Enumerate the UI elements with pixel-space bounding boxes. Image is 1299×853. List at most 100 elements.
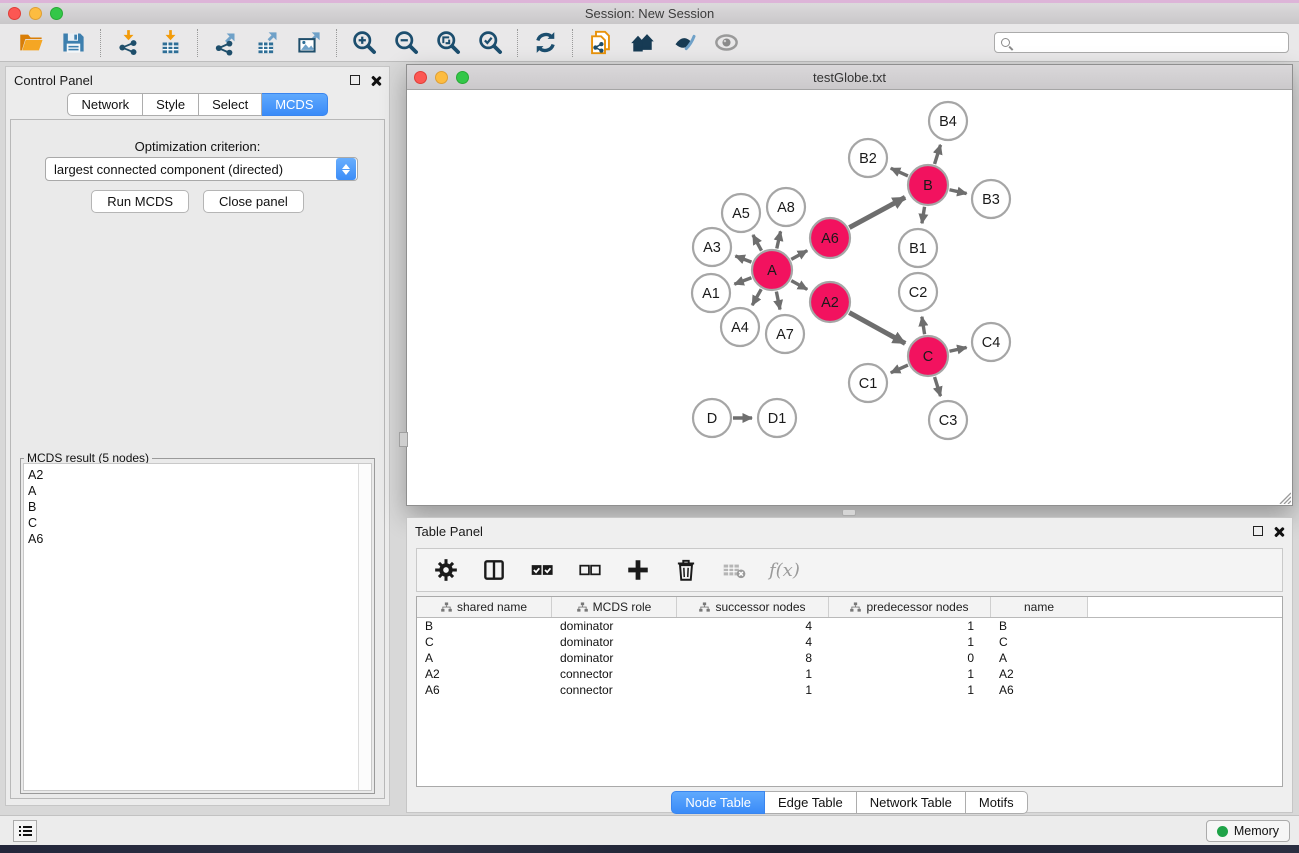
table-options-gear-icon[interactable] [433, 557, 459, 583]
graph-node-B1[interactable]: B1 [899, 229, 937, 267]
graph-edge-A-A4[interactable] [752, 289, 761, 305]
show-hide-panels-icon[interactable] [705, 27, 747, 59]
vizmapper-icon[interactable] [663, 27, 705, 59]
close-panel-button[interactable]: Close panel [203, 190, 304, 213]
scrollbar-track[interactable] [358, 464, 371, 790]
column-header-name[interactable]: name [991, 597, 1088, 617]
close-panel-icon[interactable] [1273, 526, 1284, 537]
zoom-in-icon[interactable] [343, 27, 385, 59]
delete-table-icon[interactable] [721, 557, 747, 583]
table-row[interactable]: Bdominator41B [417, 618, 1282, 634]
search-field[interactable] [1015, 36, 1282, 50]
float-panel-icon[interactable] [350, 75, 360, 85]
graph-edge-C-C2[interactable] [922, 317, 925, 335]
unselect-all-icon[interactable] [577, 557, 603, 583]
graph-edge-A-A1[interactable] [734, 278, 751, 284]
zoom-out-icon[interactable] [385, 27, 427, 59]
task-history-button[interactable] [13, 820, 37, 842]
import-network-icon[interactable] [107, 27, 149, 59]
zoom-selected-icon[interactable] [469, 27, 511, 59]
graph-edge-A2-C[interactable] [849, 313, 905, 344]
export-table-icon[interactable] [246, 27, 288, 59]
graph-edge-A6-B[interactable] [849, 197, 905, 227]
graph-edge-B-B1[interactable] [922, 207, 925, 224]
tab-mcds[interactable]: MCDS [262, 93, 327, 116]
graph-node-A1[interactable]: A1 [692, 274, 730, 312]
graph-edge-C-C3[interactable] [935, 377, 941, 396]
graph-node-C1[interactable]: C1 [849, 364, 887, 402]
graph-node-C[interactable]: C [908, 336, 948, 376]
graph-node-A6[interactable]: A6 [810, 218, 850, 258]
graph-edge-A-A3[interactable] [735, 256, 751, 262]
graph-node-A[interactable]: A [752, 250, 792, 290]
mcds-result-item[interactable]: B [28, 499, 371, 515]
column-header-shared-name[interactable]: shared name [417, 597, 552, 617]
graph-edge-C-C4[interactable] [949, 347, 966, 351]
table-row[interactable]: Cdominator41C [417, 634, 1282, 650]
graph-edge-B-B2[interactable] [891, 168, 908, 176]
column-header-mcds-role[interactable]: MCDS role [552, 597, 677, 617]
add-column-icon[interactable] [625, 557, 651, 583]
graph-node-A7[interactable]: A7 [766, 315, 804, 353]
tab-style[interactable]: Style [143, 93, 199, 116]
graph-edge-B-B3[interactable] [949, 190, 966, 194]
graph-edge-A-A6[interactable] [791, 251, 807, 260]
memory-button[interactable]: Memory [1206, 820, 1290, 842]
graph-edge-A-A7[interactable] [776, 292, 780, 310]
graph-node-A4[interactable]: A4 [721, 308, 759, 346]
tab-motifs[interactable]: Motifs [966, 791, 1028, 814]
mcds-result-item[interactable]: C [28, 515, 371, 531]
tab-network[interactable]: Network [67, 93, 143, 116]
tab-network-table[interactable]: Network Table [857, 791, 966, 814]
network-canvas[interactable]: AA1A2A3A4A5A6A7A8BB1B2B3B4CC1C2C3C4DD1 [407, 90, 1292, 505]
graph-edge-A-A8[interactable] [777, 231, 781, 248]
graph-node-C2[interactable]: C2 [899, 273, 937, 311]
open-file-icon[interactable] [10, 27, 52, 59]
mcds-result-item[interactable]: A [28, 483, 371, 499]
graph-node-D[interactable]: D [693, 399, 731, 437]
graph-edge-A-A2[interactable] [791, 281, 807, 290]
mcds-result-item[interactable]: A6 [28, 531, 371, 547]
export-network-icon[interactable] [204, 27, 246, 59]
network-from-selection-icon[interactable] [579, 27, 621, 59]
network-window-titlebar[interactable]: testGlobe.txt [407, 65, 1292, 90]
refresh-icon[interactable] [524, 27, 566, 59]
graph-node-B2[interactable]: B2 [849, 139, 887, 177]
tab-select[interactable]: Select [199, 93, 262, 116]
resize-grip-icon[interactable] [1276, 489, 1291, 504]
graph-edge-B-B4[interactable] [935, 145, 941, 164]
save-session-icon[interactable] [52, 27, 94, 59]
column-header-predecessor-nodes[interactable]: predecessor nodes [829, 597, 991, 617]
table-row[interactable]: Adominator80A [417, 650, 1282, 666]
graph-node-A8[interactable]: A8 [767, 188, 805, 226]
graph-node-B[interactable]: B [908, 165, 948, 205]
show-columns-icon[interactable] [481, 557, 507, 583]
float-panel-icon[interactable] [1253, 526, 1263, 536]
graph-node-C3[interactable]: C3 [929, 401, 967, 439]
export-image-icon[interactable] [288, 27, 330, 59]
splitter-grip[interactable] [399, 432, 408, 447]
mcds-result-list[interactable]: A2 A B C A6 [23, 463, 372, 791]
run-mcds-button[interactable]: Run MCDS [91, 190, 189, 213]
column-header-successor-nodes[interactable]: successor nodes [677, 597, 829, 617]
graph-node-A2[interactable]: A2 [810, 282, 850, 322]
graph-node-B3[interactable]: B3 [972, 180, 1010, 218]
zoom-fit-icon[interactable] [427, 27, 469, 59]
optimization-criterion-select[interactable]: largest connected component (directed) [45, 157, 358, 181]
horizontal-splitter-grip[interactable] [842, 509, 856, 516]
select-all-icon[interactable] [529, 557, 555, 583]
tab-edge-table[interactable]: Edge Table [765, 791, 857, 814]
table-row[interactable]: A6connector11A6 [417, 682, 1282, 698]
close-panel-icon[interactable] [370, 75, 381, 86]
home-layout-icon[interactable] [621, 27, 663, 59]
mcds-result-item[interactable]: A2 [28, 467, 371, 483]
search-input[interactable] [994, 32, 1289, 53]
graph-node-D1[interactable]: D1 [758, 399, 796, 437]
table-row[interactable]: A2connector11A2 [417, 666, 1282, 682]
import-table-icon[interactable] [149, 27, 191, 59]
graph-node-B4[interactable]: B4 [929, 102, 967, 140]
graph-node-A5[interactable]: A5 [722, 194, 760, 232]
delete-column-trash-icon[interactable] [673, 557, 699, 583]
graph-node-A3[interactable]: A3 [693, 228, 731, 266]
graph-edge-C-C1[interactable] [891, 365, 908, 373]
